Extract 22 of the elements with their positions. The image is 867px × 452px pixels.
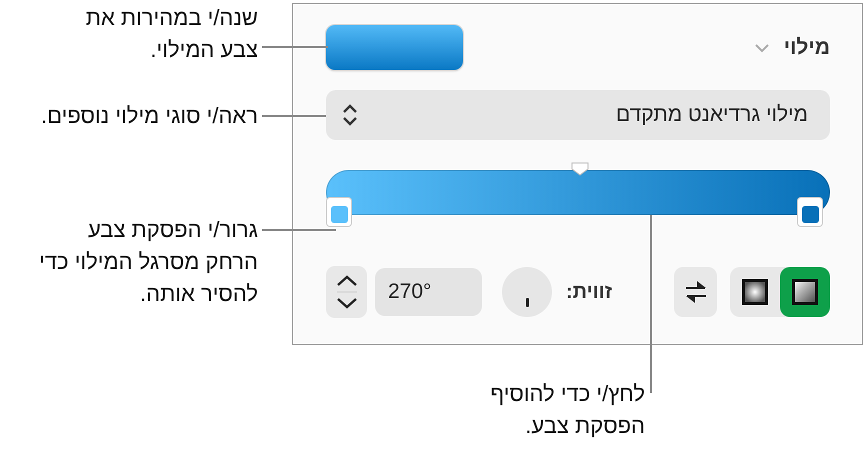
callout-text: שנה/י במהירות את צבע המילוי. (84, 4, 258, 64)
leader-line (262, 46, 328, 48)
callout-text: לחץ/י כדי להוסיף הפסקת צבע. (489, 380, 645, 440)
gradient-type-button[interactable] (780, 267, 830, 317)
fill-color-well[interactable] (326, 25, 463, 70)
up-down-chevron-icon (342, 104, 358, 126)
swap-arrows-icon (684, 279, 706, 305)
radial-gradient-icon (742, 279, 768, 305)
angle-stepper[interactable] (326, 266, 367, 318)
midpoint-handle[interactable] (571, 162, 589, 176)
callout-text: ראה/י סוגי מילוי נוספים. (40, 102, 258, 130)
callout-text: גרור/י הפסקת צבע הרחק מסרגל המילוי כדי להסיר אותה. (38, 216, 258, 308)
reverse-gradient-button[interactable] (674, 267, 717, 317)
angle-label: זווית: (566, 280, 612, 304)
linear-gradient-icon (792, 279, 818, 305)
color-stop-handle[interactable] (798, 198, 822, 226)
gradient-bar[interactable] (326, 170, 830, 215)
fill-type-popup[interactable]: מילוי גרדיאנט מתקדם (326, 90, 830, 140)
color-stop-handle[interactable] (327, 198, 351, 226)
angle-field[interactable]: 270° (375, 268, 482, 316)
section-title: מילוי (784, 36, 830, 60)
leader-line (262, 115, 326, 117)
